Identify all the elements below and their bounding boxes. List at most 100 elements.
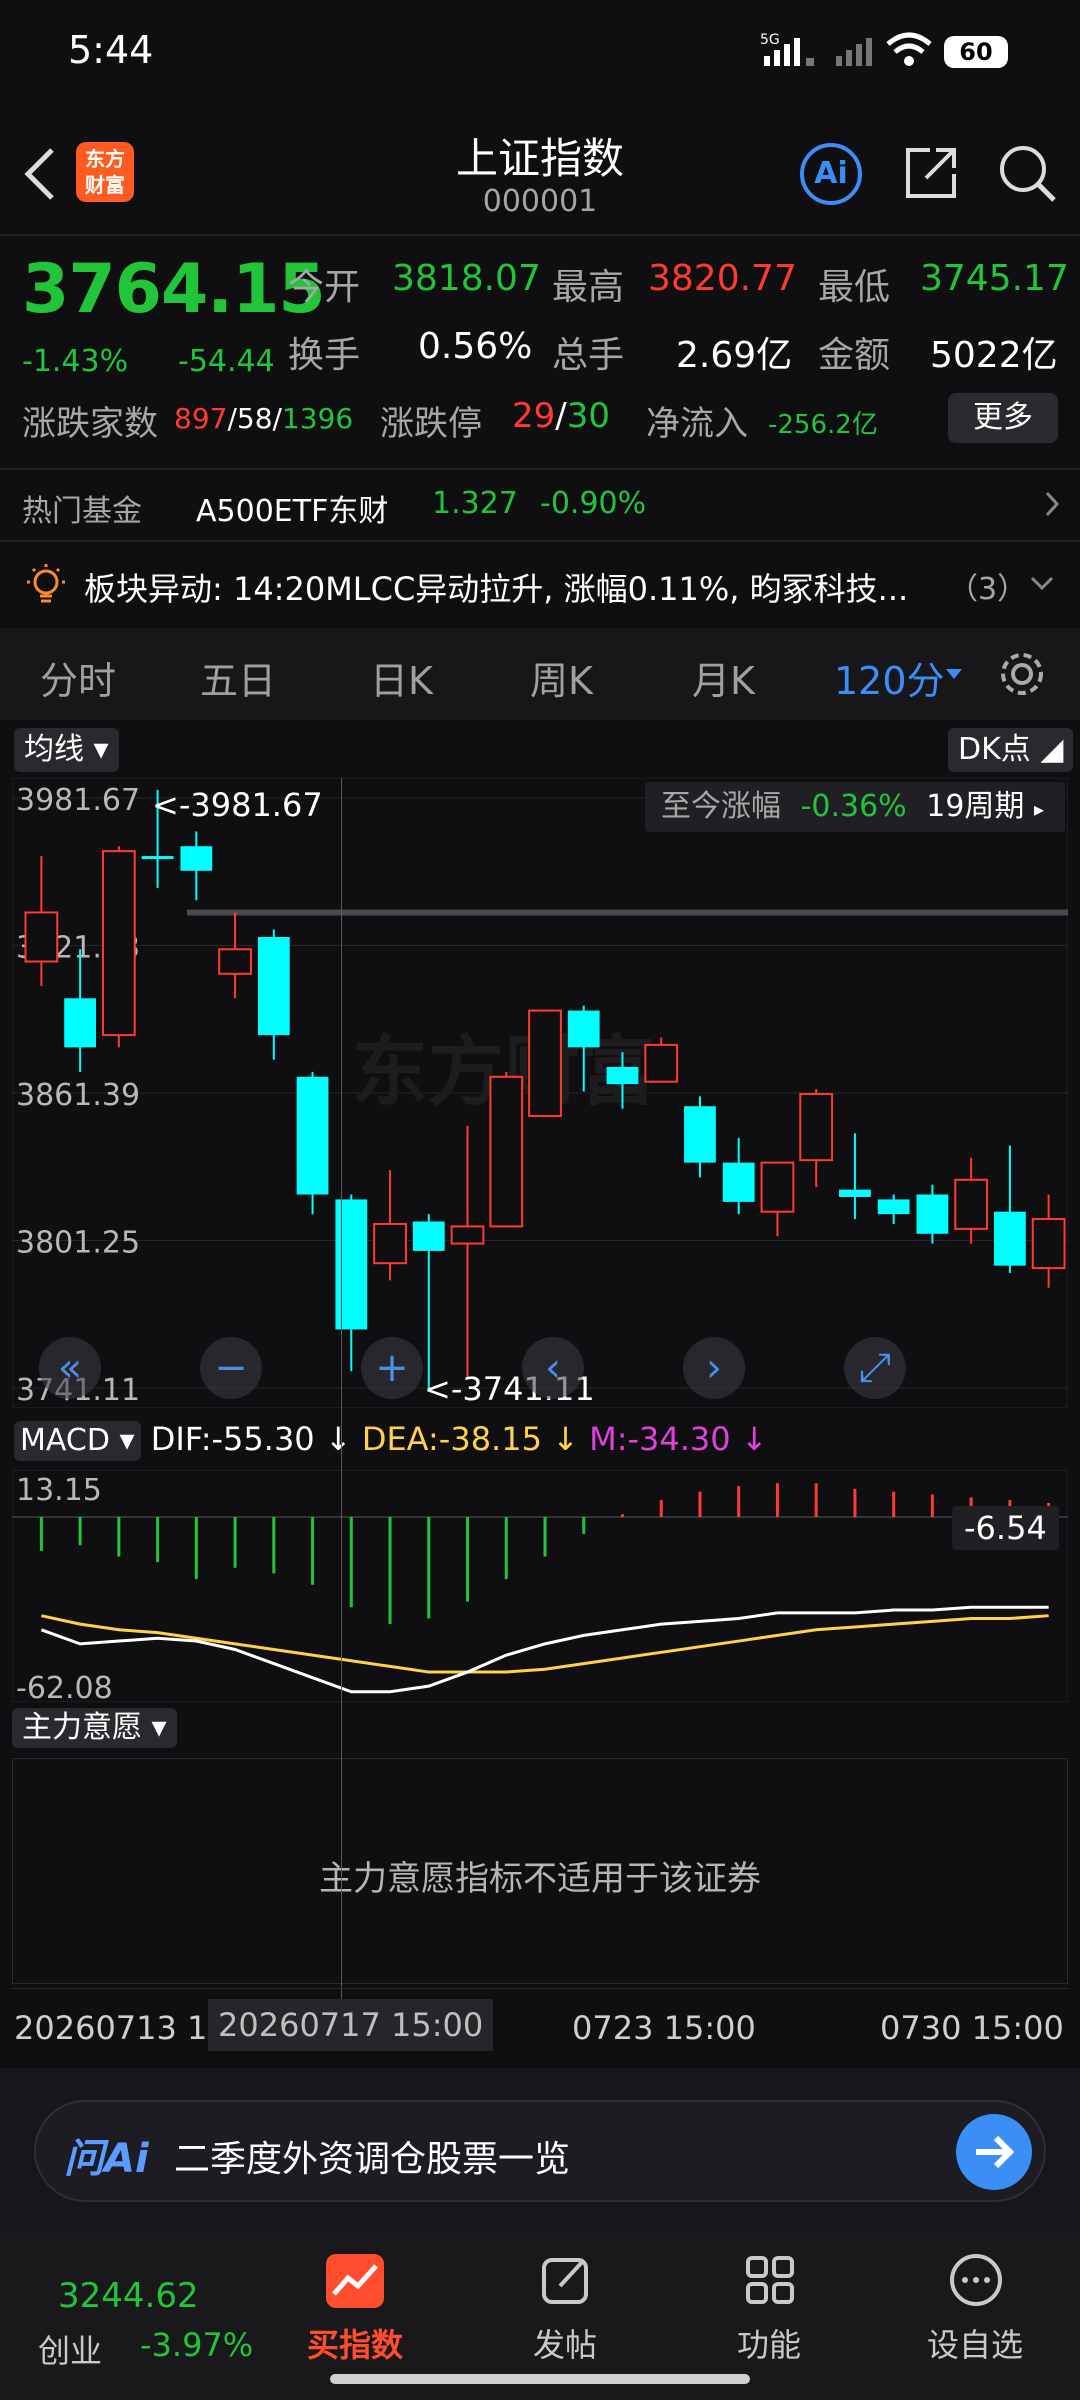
turnover-label: 换手: [288, 335, 361, 376]
amount-value: 5022亿: [930, 335, 1058, 376]
main-will-message: 主力意愿指标不适用于该证券: [319, 1859, 761, 1899]
news-count: （3）: [948, 572, 1028, 607]
edit-icon: [538, 2252, 594, 2312]
svg-text:−: −: [214, 1345, 248, 1391]
hot-fund-row[interactable]: 热门基金 A500ETF东财 1.327 -0.90%: [0, 470, 1080, 538]
macd-frame: [12, 1470, 1068, 1702]
chevron-down-icon: [1030, 576, 1054, 596]
tab-weekly-k[interactable]: 周K: [530, 650, 593, 705]
change-since-badge[interactable]: 至今涨幅 -0.36% 19周期 ▸: [645, 782, 1065, 832]
share-icon[interactable]: [900, 142, 962, 204]
ticker-value: 3244.62: [58, 2276, 199, 2316]
candle: [994, 1211, 1026, 1266]
candle: [257, 936, 290, 1036]
svg-text:›: ›: [706, 1345, 722, 1391]
ma-selector[interactable]: 均线 ▾: [14, 728, 119, 772]
grid-icon: [742, 2252, 798, 2312]
candle: [684, 1106, 716, 1163]
y-tick-label: 3981.67: [16, 783, 140, 818]
dk-selector-label: DK点: [958, 732, 1031, 767]
zoom-in-icon[interactable]: +: [361, 1337, 423, 1399]
main-will-selector[interactable]: 主力意愿 ▾: [12, 1708, 177, 1748]
netflow-label: 净流入: [646, 404, 748, 444]
amount-label: 金额: [818, 335, 891, 376]
m-value: M:-34.30: [589, 1420, 731, 1458]
step-left-icon[interactable]: ‹: [522, 1337, 584, 1399]
macd-header: MACD ▾ DIF:-55.30 ↓ DEA:-38.15 ↓ M:-34.3…: [14, 1420, 768, 1461]
dk-selector[interactable]: DK点 ◢: [948, 728, 1074, 772]
gear-icon[interactable]: [996, 648, 1048, 704]
svg-text:‹: ‹: [545, 1345, 561, 1391]
candle: [567, 1010, 600, 1048]
bottom-nav: 3244.62 创业 -3.97% 买指数 发帖 功能 设自选: [0, 2232, 1080, 2400]
breadth-down: 1396: [281, 402, 354, 435]
candle: [218, 948, 252, 975]
candle: [799, 1092, 834, 1162]
svg-text:+: +: [375, 1345, 409, 1391]
more-dots-icon: [948, 2252, 1004, 2312]
tab-five-day[interactable]: 五日: [200, 650, 276, 705]
scroll-left-icon[interactable]: «: [39, 1337, 101, 1399]
candle: [606, 1066, 639, 1085]
current-price: 3764.15: [22, 250, 326, 329]
tab-120min[interactable]: 120分: [834, 650, 945, 705]
candle: [296, 1076, 329, 1195]
svg-text:⤢: ⤢: [859, 1345, 891, 1391]
battery-icon: 60: [944, 36, 1008, 68]
nav-buy-index[interactable]: 买指数: [290, 2244, 420, 2384]
tab-monthly-k[interactable]: 月K: [692, 650, 755, 705]
ask-ai-bar[interactable]: 问Ai 二季度外资调仓股票一览: [34, 2100, 1046, 2202]
candle: [141, 856, 174, 860]
candle: [64, 998, 96, 1048]
open-label: 今开: [288, 267, 361, 308]
candle: [180, 846, 213, 871]
x-axis: 20260713 15 20260717 15:00 0723 15:00 07…: [12, 1988, 1068, 2065]
more-button[interactable]: 更多: [948, 393, 1058, 443]
dea-value: DEA:-38.15: [361, 1420, 542, 1458]
breadth-up: 897: [174, 402, 228, 435]
nav-buy-index-label: 买指数: [306, 2326, 403, 2364]
change-value: -54.44: [178, 344, 275, 379]
news-row[interactable]: 板块异动: 14:20MLCC异动拉升, 涨幅0.11%, 昀冢科技... （3…: [0, 542, 1080, 626]
battery-level: 60: [959, 38, 993, 66]
tab-daily-k[interactable]: 日K: [370, 650, 433, 705]
fullscreen-icon[interactable]: ⤢: [844, 1337, 906, 1399]
arrow-right-icon[interactable]: [956, 2114, 1032, 2190]
nav-index-ticker[interactable]: 3244.62 创业 -3.97%: [20, 2252, 260, 2372]
breadth-flat: 58: [236, 402, 273, 435]
signal-label: 5G: [760, 32, 780, 48]
candle: [839, 1189, 871, 1197]
tab-intraday[interactable]: 分时: [40, 650, 116, 705]
candle: [101, 850, 136, 1037]
crosshair-line: [341, 778, 342, 2040]
macd-selector[interactable]: MACD ▾: [14, 1421, 141, 1461]
high-label: 最高: [552, 267, 625, 308]
step-right-icon[interactable]: ›: [683, 1337, 745, 1399]
nav-watchlist[interactable]: 设自选: [910, 2244, 1040, 2384]
x-label-4: 0730 15:00: [880, 2009, 1064, 2047]
wifi-icon: [886, 32, 932, 68]
volume-value: 2.69亿: [676, 335, 793, 376]
x-label-3: 0723 15:00: [572, 2009, 756, 2047]
search-icon[interactable]: [996, 142, 1058, 204]
low-label: 最低: [818, 267, 891, 308]
dif-line: [40, 1605, 1049, 1694]
zoom-out-icon[interactable]: −: [200, 1337, 262, 1399]
volume-label: 总手: [552, 335, 625, 376]
nav-function[interactable]: 功能: [704, 2244, 834, 2384]
nav-post[interactable]: 发帖: [500, 2244, 630, 2384]
limit-down: 30: [566, 396, 610, 436]
news-text: 板块异动: 14:20MLCC异动拉升, 涨幅0.11%, 昀冢科技...: [84, 570, 909, 608]
breadth-label: 涨跌家数: [22, 404, 158, 444]
candlestick-chart[interactable]: 3981.673921.533861.393801.253741.11东方财富<…: [12, 778, 1068, 1408]
limit-values: 29/30: [512, 396, 610, 436]
nav-function-label: 功能: [736, 2326, 801, 2364]
y-tick-label: 3801.25: [16, 1226, 140, 1261]
breadth-values: 897/58/1396: [174, 402, 354, 435]
candle: [644, 1043, 679, 1083]
change-since-label: 至今涨幅: [661, 789, 781, 824]
status-time: 5:44: [68, 28, 154, 72]
x-label-crosshair: 20260717 15:00: [208, 1999, 494, 2051]
ai-button[interactable]: Ai: [800, 143, 862, 205]
macd-chart[interactable]: 13.15 -62.08: [12, 1470, 1068, 1702]
